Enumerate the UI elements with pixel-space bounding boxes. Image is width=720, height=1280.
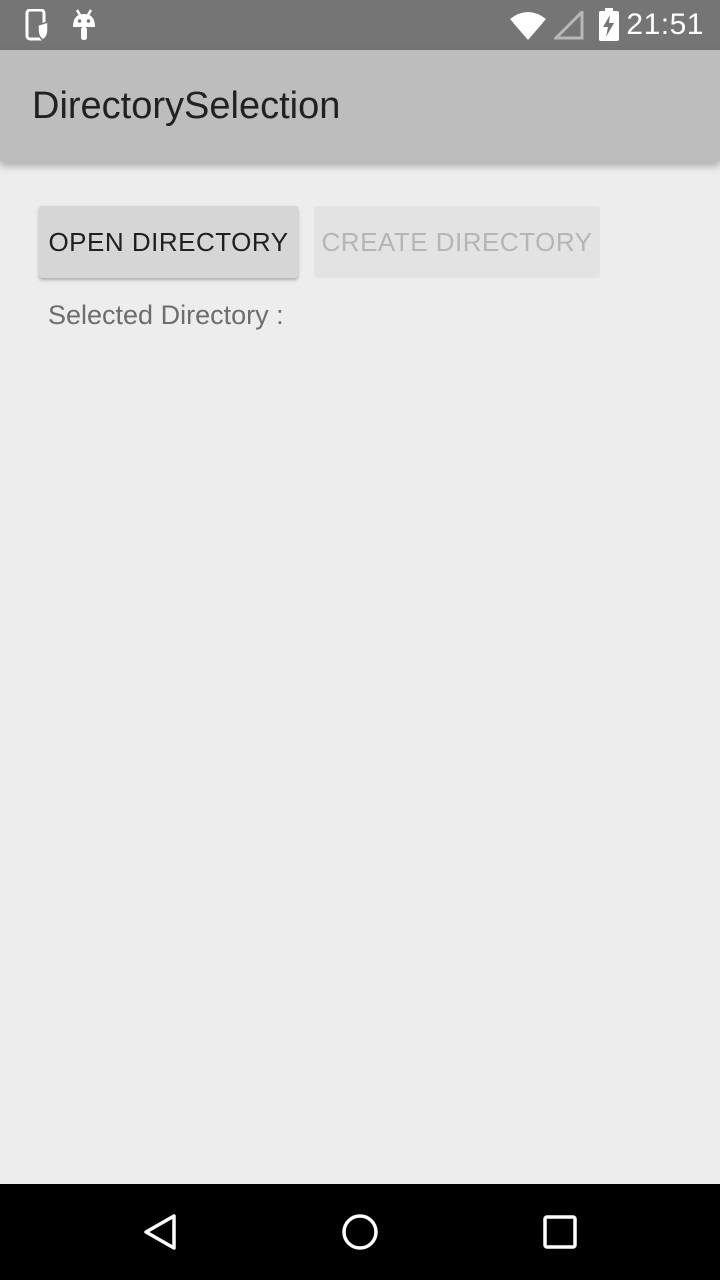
battery-charging-icon xyxy=(599,8,619,41)
home-icon xyxy=(342,1214,378,1250)
back-button[interactable] xyxy=(112,1184,208,1280)
signal-icon xyxy=(554,11,584,40)
main-content: OPEN DIRECTORY CREATE DIRECTORY Selected… xyxy=(0,162,720,1184)
recents-icon xyxy=(543,1215,577,1249)
recents-button[interactable] xyxy=(512,1184,608,1280)
home-button[interactable] xyxy=(312,1184,408,1280)
phone-shield-icon xyxy=(25,9,49,41)
selected-directory-label: Selected Directory : xyxy=(48,300,284,330)
android-icon xyxy=(73,9,95,40)
back-icon xyxy=(144,1214,176,1250)
open-directory-button[interactable]: OPEN DIRECTORY xyxy=(39,206,298,278)
status-bar: 21:51 xyxy=(0,0,720,50)
status-time: 21:51 xyxy=(626,8,704,41)
create-directory-button[interactable]: CREATE DIRECTORY xyxy=(314,206,600,278)
navigation-bar xyxy=(0,1184,720,1280)
wifi-icon xyxy=(510,12,546,40)
app-bar: DirectorySelection xyxy=(0,50,720,162)
app-title: DirectorySelection xyxy=(32,85,341,127)
